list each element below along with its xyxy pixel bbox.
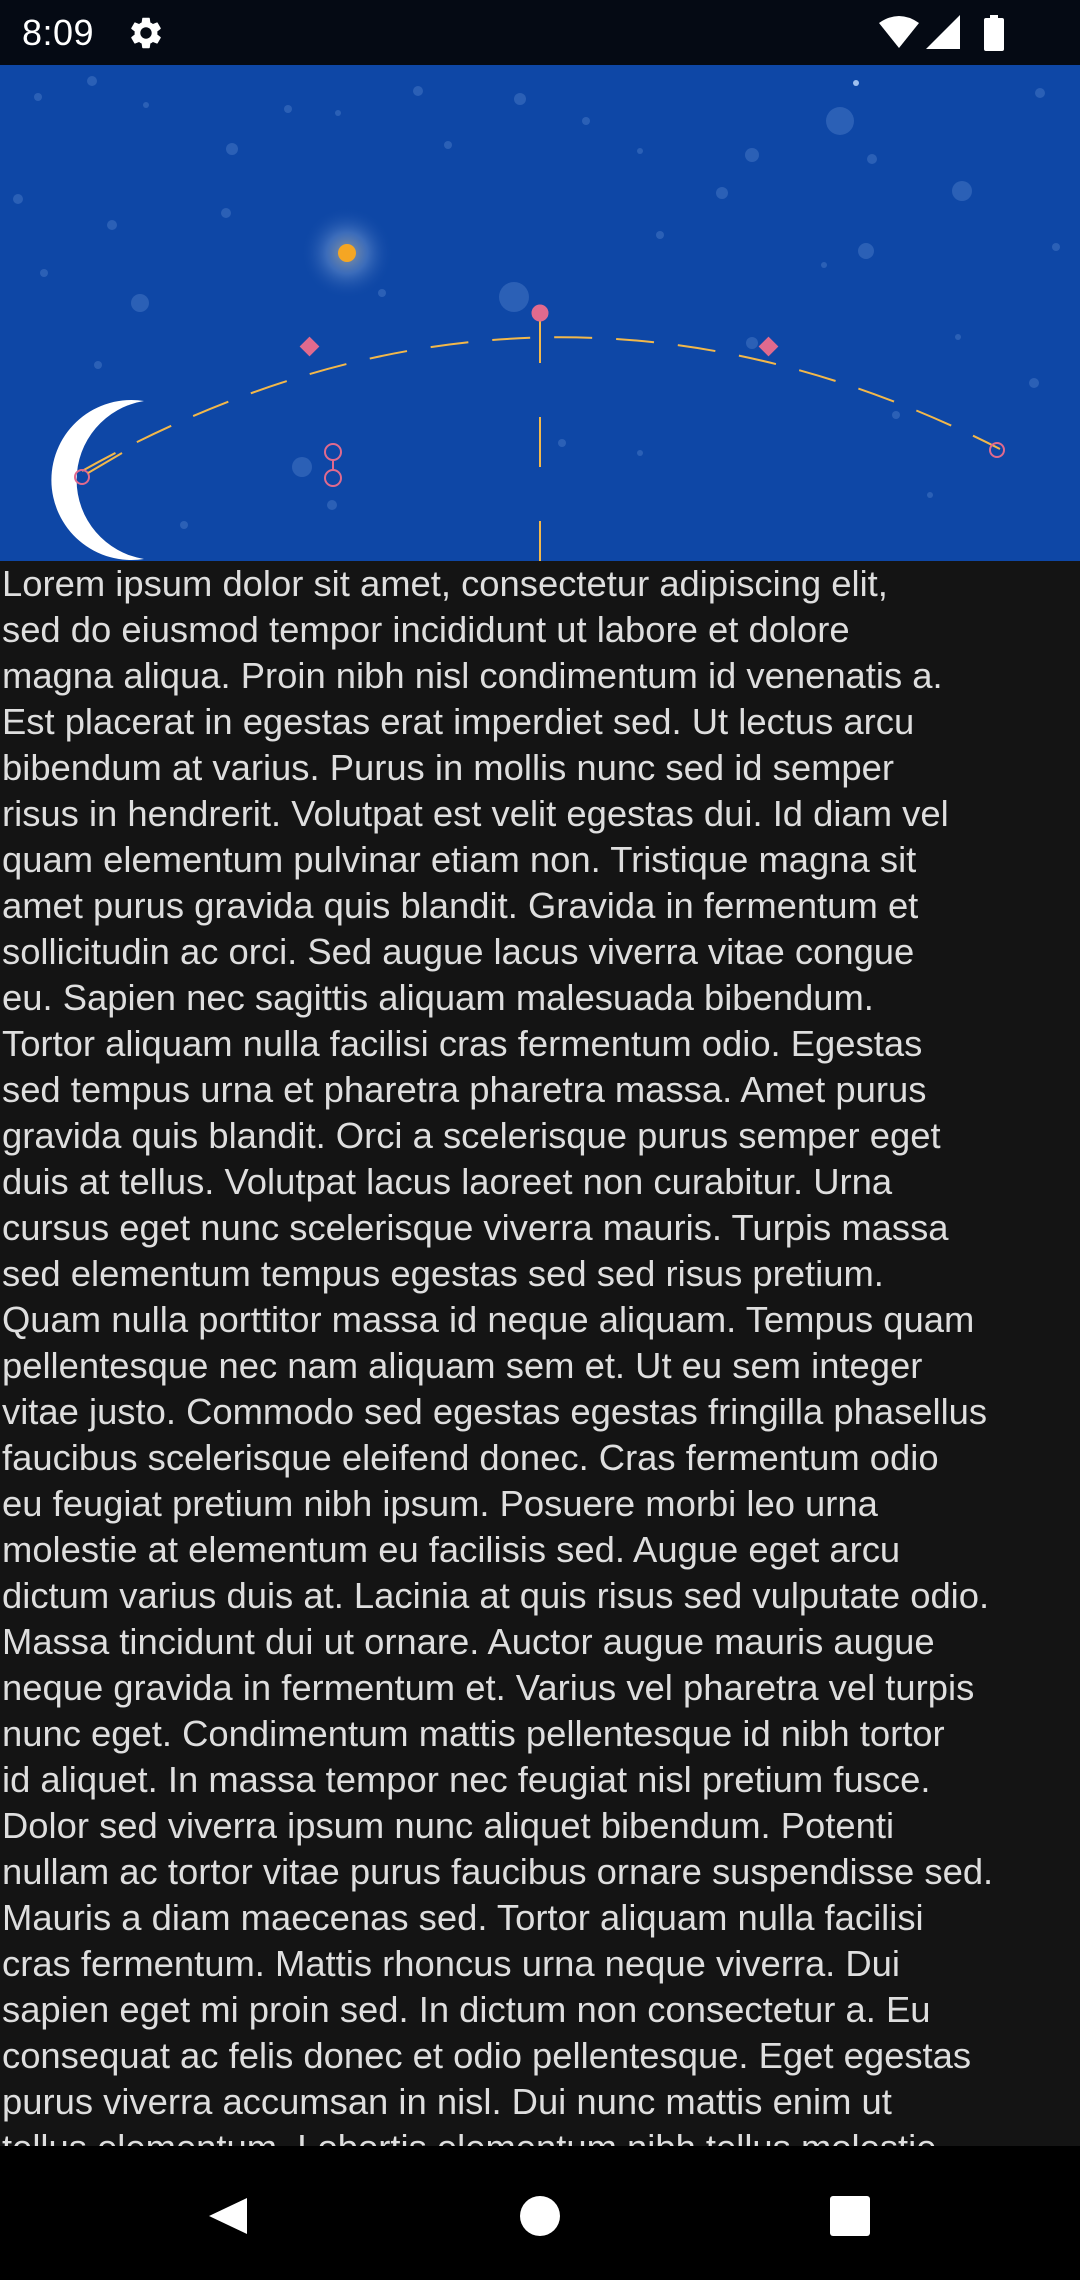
status-time: 8:09 xyxy=(22,12,95,53)
sky-scene xyxy=(13,76,1060,561)
recents-icon[interactable] xyxy=(820,2186,880,2246)
home-icon[interactable] xyxy=(510,2186,570,2246)
back-icon[interactable] xyxy=(195,2186,255,2246)
gear-icon xyxy=(131,17,161,49)
status-bar: 8:09 xyxy=(0,0,1080,65)
navigation-bar xyxy=(0,2146,1080,2280)
moon-icon xyxy=(51,400,144,560)
wifi-icon xyxy=(879,16,919,48)
lorem-paragraph: Lorem ipsum dolor sit amet, consectetur … xyxy=(2,563,994,2146)
cellular-signal-icon xyxy=(926,15,960,49)
sky-arc-icon xyxy=(81,313,1001,561)
content-scroll-area[interactable]: Lorem ipsum dolor sit amet, consectetur … xyxy=(0,561,1080,2146)
arc-markers xyxy=(299,304,1005,487)
sun-icon xyxy=(301,207,393,299)
header-illustration xyxy=(0,65,1080,561)
stars-icon xyxy=(13,76,1060,529)
battery-icon xyxy=(984,15,1004,51)
